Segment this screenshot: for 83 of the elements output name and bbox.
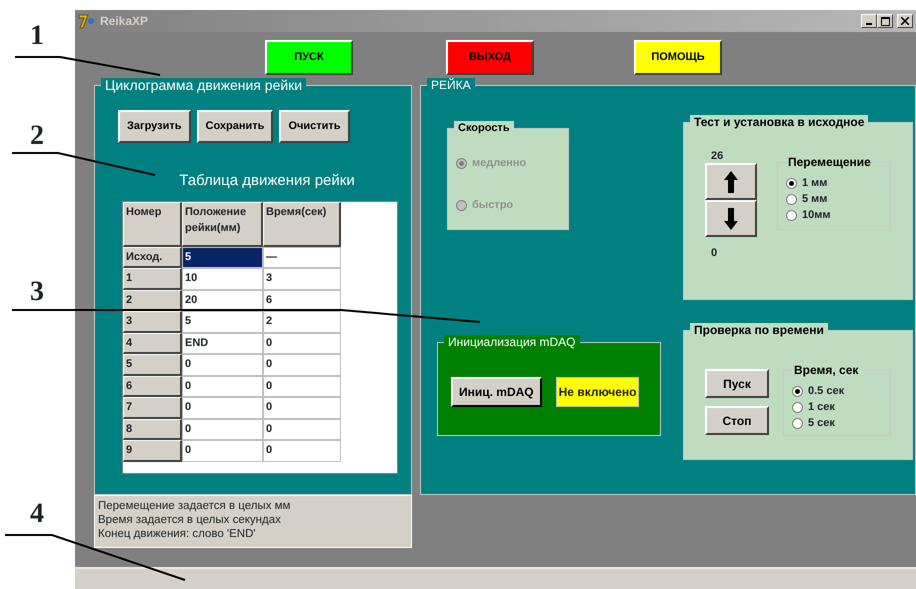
callout-number: 3 (30, 278, 44, 306)
radio-label[interactable]: 10мм (802, 207, 831, 223)
row-header: 8 (123, 418, 182, 440)
group-title: Проверка по времени (690, 323, 828, 337)
row-header: 4 (123, 332, 182, 354)
table-cell[interactable]: 3 (263, 268, 341, 290)
table-cell[interactable]: END (182, 332, 263, 354)
group-title: Время, сек (790, 363, 862, 377)
position-reading: 0 (711, 246, 718, 261)
radio-label[interactable]: 5 сек (808, 415, 835, 431)
row-header: 3 (123, 311, 182, 332)
window-title: ReikaXP (100, 13, 148, 30)
callout-number: 4 (30, 500, 44, 528)
radio-button[interactable] (792, 402, 803, 412)
radio-button[interactable] (786, 178, 797, 188)
table-cell[interactable]: 0 (263, 418, 341, 440)
row-header: 9 (123, 440, 182, 462)
panel-button[interactable]: Загрузить (118, 110, 191, 143)
table-cell[interactable]: 5 (182, 311, 263, 332)
panel-button[interactable]: Сохранить (196, 110, 274, 143)
toolbar-button[interactable]: ПУСК (265, 40, 353, 75)
table-cell[interactable]: 0 (263, 440, 341, 462)
radio-button[interactable] (786, 194, 797, 204)
callout-number: 2 (30, 122, 44, 150)
radio-button[interactable] (792, 386, 803, 396)
table-cell[interactable]: 0 (182, 440, 263, 462)
column-header[interactable]: Номер (123, 202, 182, 246)
app-icon (78, 13, 96, 29)
callout-number: 1 (30, 22, 44, 50)
row-header: 5 (123, 354, 182, 376)
panel-button[interactable]: Очистить (279, 110, 350, 143)
table-cell[interactable]: 0 (182, 418, 263, 440)
info-text: Время задается в целых секундах (98, 513, 282, 527)
table-cell[interactable]: 0 (182, 354, 263, 376)
column-header[interactable]: Положение рейки(мм) (182, 202, 263, 246)
row-header: 1 (123, 268, 182, 290)
table-cell[interactable]: 0 (182, 397, 263, 418)
group-title: Циклограмма движения рейки (101, 78, 306, 92)
table-title: Таблица движения рейки (178, 171, 356, 191)
radio-label[interactable]: 1 мм (802, 175, 828, 191)
position-reading: 26 (711, 149, 724, 163)
group-title: Инициализация mDAQ (444, 335, 580, 349)
column-header[interactable]: Время(сек) (263, 202, 341, 246)
table-cell[interactable]: 20 (182, 290, 263, 311)
row-header: 7 (123, 397, 182, 418)
radio-label[interactable]: 1 сек (808, 399, 835, 415)
radio-button[interactable] (792, 418, 803, 428)
toolbar-button[interactable]: ПОМОЩЬ (634, 40, 722, 75)
toolbar-button[interactable]: ВЫХОД (446, 40, 534, 75)
status-indicator: Не включено (556, 377, 640, 407)
minimize-button[interactable] (861, 14, 877, 28)
table-cell[interactable]: 0 (263, 332, 341, 354)
table-cell[interactable]: 0 (263, 354, 341, 376)
close-icon (901, 17, 909, 25)
move-down-button[interactable] (705, 200, 757, 237)
group-title: РЕЙКА (427, 78, 475, 92)
info-text: Перемещение задается в целых мм (98, 499, 292, 513)
init-button[interactable]: Иниц. mDAQ (451, 377, 542, 407)
table-cell[interactable]: 0 (263, 376, 341, 397)
radio-button[interactable] (786, 210, 797, 220)
table-cell[interactable]: 0 (182, 376, 263, 397)
arrow-down-icon (724, 208, 738, 230)
group-title: Тест и установка в исходное (690, 115, 868, 129)
row-header: Исход. (123, 246, 182, 268)
table-cell[interactable]: — (263, 246, 341, 268)
move-up-button[interactable] (705, 163, 757, 200)
table-cell[interactable]: 0 (263, 397, 341, 418)
table-cell[interactable]: 6 (263, 290, 341, 311)
table-cell[interactable]: 10 (182, 268, 263, 290)
table-cell[interactable]: 5 (182, 246, 263, 268)
group-title: Скорость (454, 121, 514, 135)
info-text: Конец движения: слово 'END' (98, 527, 257, 541)
arrow-up-icon (724, 170, 738, 192)
maximize-icon (880, 16, 890, 26)
maximize-button[interactable] (877, 14, 893, 28)
group-title: Перемещение (787, 155, 872, 169)
timing-button[interactable]: Пуск (705, 369, 769, 398)
close-button[interactable] (897, 14, 913, 28)
timing-button[interactable]: Стоп (705, 406, 769, 435)
table-cell[interactable]: 2 (263, 311, 341, 332)
row-header: 6 (123, 376, 182, 397)
radio-label[interactable]: 5 мм (802, 191, 828, 207)
radio-label[interactable]: 0.5 сек (808, 383, 844, 399)
